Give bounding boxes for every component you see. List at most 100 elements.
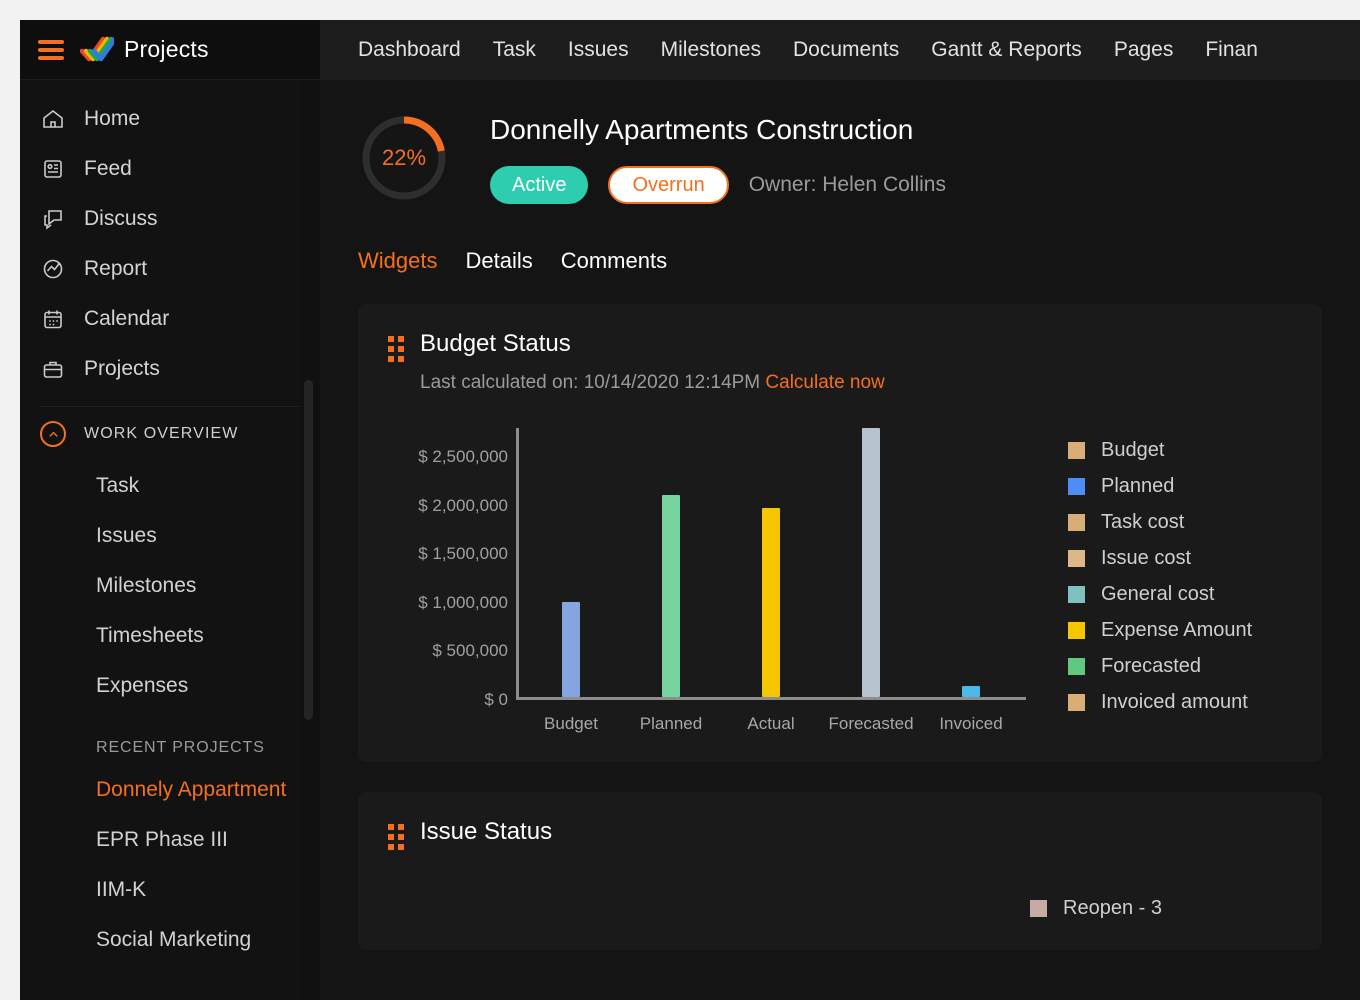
hamburger-icon[interactable] (38, 40, 64, 60)
budget-widget-header: Budget Status Last calculated on: 10/14/… (388, 330, 1292, 394)
legend-item[interactable]: Planned (1068, 468, 1252, 504)
legend-label: Invoiced amount (1101, 691, 1248, 714)
x-tick-label: Actual (747, 714, 794, 734)
legend-label: Reopen - 3 (1063, 897, 1162, 920)
primary-nav: Home Feed Discuss Report (20, 80, 320, 394)
legend-item[interactable]: Invoiced amount (1068, 684, 1252, 720)
sidebar-item-label: Task (96, 474, 139, 498)
page-content: 22% Donnelly Apartments Construction Act… (320, 80, 1360, 950)
sidebar-project-donnely-appartment[interactable]: Donnely Appartment (20, 765, 320, 815)
brand-title: Projects (124, 36, 209, 63)
legend-swatch (1068, 514, 1085, 531)
sidebar-item-feed[interactable]: Feed (20, 144, 320, 194)
tab-task[interactable]: Task (493, 38, 536, 62)
legend-swatch (1068, 658, 1085, 675)
legend-swatch (1068, 442, 1085, 459)
last-calculated-text: Last calculated on: 10/14/2020 12:14PM (420, 372, 760, 393)
sidebar-item-calendar[interactable]: Calendar (20, 294, 320, 344)
calculate-now-link[interactable]: Calculate now (765, 372, 884, 393)
overrun-badge[interactable]: Overrun (608, 166, 728, 204)
y-tick-label: $ 1,000,000 (418, 593, 508, 613)
sidebar-item-label: Expenses (96, 674, 188, 698)
sidebar-scrollbar[interactable] (300, 80, 320, 1000)
sidebar-item-label: EPR Phase III (96, 828, 228, 852)
report-icon (40, 256, 66, 282)
legend-item: Reopen - 3 (1030, 890, 1162, 926)
chart-bar[interactable] (962, 686, 980, 697)
sidebar-item-issues[interactable]: Issues (20, 511, 320, 561)
discuss-icon (40, 206, 66, 232)
sidebar-item-expenses[interactable]: Expenses (20, 661, 320, 711)
brand-header: Projects (20, 20, 320, 80)
status-badge[interactable]: Active (490, 166, 588, 204)
sidebar-item-discuss[interactable]: Discuss (20, 194, 320, 244)
y-tick-label: $ 1,500,000 (418, 544, 508, 564)
briefcase-icon (40, 356, 66, 382)
tab-pages[interactable]: Pages (1114, 38, 1174, 62)
sidebar-item-label: Timesheets (96, 624, 204, 648)
y-tick-label: $ 0 (484, 690, 508, 710)
tab-widgets[interactable]: Widgets (358, 248, 437, 274)
sidebar-item-projects[interactable]: Projects (20, 344, 320, 394)
legend-item[interactable]: Budget (1068, 432, 1252, 468)
tab-details[interactable]: Details (465, 248, 532, 274)
sidebar-scrollbar-thumb[interactable] (304, 380, 313, 720)
legend-label: Task cost (1101, 511, 1184, 534)
legend-item[interactable]: General cost (1068, 576, 1252, 612)
sidebar-item-label: IIM-K (96, 878, 146, 902)
legend-swatch (1068, 586, 1085, 603)
tab-issues[interactable]: Issues (568, 38, 629, 62)
project-header-info: Donnelly Apartments Construction Active … (490, 108, 946, 204)
tab-dashboard[interactable]: Dashboard (358, 38, 461, 62)
chart-bar[interactable] (662, 495, 680, 697)
sidebar-project-social-marketing[interactable]: Social Marketing (20, 915, 320, 965)
budget-widget-title: Budget Status (420, 330, 885, 358)
legend-label: Issue cost (1101, 547, 1191, 570)
recent-projects-label: RECENT PROJECTS (20, 711, 320, 765)
x-tick-label: Planned (640, 714, 702, 734)
tab-finance[interactable]: Finan (1205, 38, 1258, 62)
y-tick-label: $ 500,000 (432, 641, 508, 661)
chart-bar[interactable] (562, 602, 580, 697)
tab-milestones[interactable]: Milestones (661, 38, 761, 62)
y-tick-label: $ 2,500,000 (418, 447, 508, 467)
project-header: 22% Donnelly Apartments Construction Act… (358, 108, 1322, 204)
tab-gantt-reports[interactable]: Gantt & Reports (931, 38, 1082, 62)
progress-percent-label: 22% (358, 112, 450, 204)
legend-label: Budget (1101, 439, 1164, 462)
budget-chart-plot: $ 0 $ 500,000 $ 1,000,000 $ 1,500,000 $ 2,00… (388, 428, 1038, 738)
sidebar-item-milestones[interactable]: Milestones (20, 561, 320, 611)
sidebar-project-epr-phase-iii[interactable]: EPR Phase III (20, 815, 320, 865)
legend-swatch (1030, 900, 1047, 917)
y-axis-line (516, 428, 519, 700)
drag-handle-icon[interactable] (388, 336, 404, 358)
tab-comments[interactable]: Comments (561, 248, 667, 274)
tab-documents[interactable]: Documents (793, 38, 899, 62)
budget-chart: $ 0 $ 500,000 $ 1,000,000 $ 1,500,000 $ 2,00… (388, 428, 1292, 738)
sidebar-item-timesheets[interactable]: Timesheets (20, 611, 320, 661)
sidebar-item-label: Home (84, 107, 140, 131)
x-tick-label: Budget (544, 714, 598, 734)
chart-legend: Budget Planned Task cost Issue cost General … (1068, 428, 1252, 738)
sidebar-project-iim-k[interactable]: IIM-K (20, 865, 320, 915)
x-tick-label: Invoiced (939, 714, 1002, 734)
legend-item[interactable]: Expense Amount (1068, 612, 1252, 648)
home-icon (40, 106, 66, 132)
budget-widget-subtitle: Last calculated on: 10/14/2020 12:14PM C… (420, 372, 885, 394)
sidebar-section-work-overview[interactable]: WORK OVERVIEW (20, 407, 320, 461)
legend-item[interactable]: Task cost (1068, 504, 1252, 540)
drag-handle-icon[interactable] (388, 824, 404, 846)
sidebar-item-report[interactable]: Report (20, 244, 320, 294)
chart-bar[interactable] (862, 428, 880, 697)
sidebar-section-label: WORK OVERVIEW (84, 425, 238, 443)
sidebar-item-task[interactable]: Task (20, 461, 320, 511)
y-tick-label: $ 2,000,000 (418, 496, 508, 516)
legend-label: Planned (1101, 475, 1174, 498)
legend-item[interactable]: Forecasted (1068, 648, 1252, 684)
sidebar-item-home[interactable]: Home (20, 94, 320, 144)
work-overview-list: Task Issues Milestones Timesheets Expens… (20, 461, 320, 711)
legend-item[interactable]: Issue cost (1068, 540, 1252, 576)
chart-bar[interactable] (762, 508, 780, 697)
legend-label: Forecasted (1101, 655, 1201, 678)
page-title: Donnelly Apartments Construction (490, 114, 946, 146)
